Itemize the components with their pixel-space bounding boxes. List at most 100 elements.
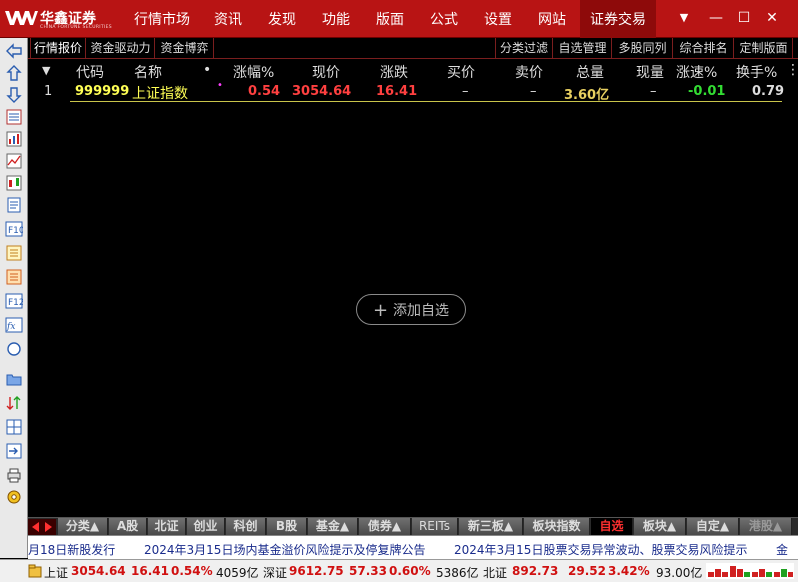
- circle-icon[interactable]: [5, 340, 23, 358]
- cat-tab-sectors[interactable]: 板块▲: [634, 518, 686, 535]
- news-item[interactable]: 月18日新股发行: [28, 541, 115, 558]
- cat-tab-b-shares[interactable]: B股: [267, 518, 307, 535]
- cat-tab-a-shares[interactable]: A股: [109, 518, 147, 535]
- sort-arrow-icon[interactable]: ▼: [42, 64, 50, 77]
- row-ask: –: [530, 84, 537, 99]
- col-cur-volume[interactable]: 现量: [636, 62, 664, 82]
- line-chart-icon[interactable]: [5, 152, 23, 170]
- row-change-pct: 0.54: [248, 84, 281, 99]
- down-arrow-icon[interactable]: [5, 86, 23, 104]
- tab-capital-game[interactable]: 资金博弈: [156, 38, 214, 58]
- tab-watchlist-manage[interactable]: 自选管理: [554, 38, 612, 58]
- login-icon[interactable]: [5, 442, 23, 460]
- menu-website[interactable]: 网站: [528, 0, 576, 38]
- candlestick-icon[interactable]: [5, 174, 23, 192]
- col-price[interactable]: 现价: [312, 62, 340, 82]
- add-watchlist-button[interactable]: + 添加自选: [356, 294, 466, 325]
- sh-index-amount: 4059亿: [216, 566, 259, 580]
- huaxin-logo-icon: [5, 11, 38, 25]
- sh-index-change: 16.41: [131, 564, 169, 578]
- menu-market[interactable]: 行情市场: [124, 0, 200, 38]
- tab-multi-stock[interactable]: 多股同列: [613, 38, 673, 58]
- close-button[interactable]: ✕: [762, 8, 782, 28]
- sh-index-label[interactable]: 上证: [44, 564, 68, 581]
- cat-tab-funds[interactable]: 基金▲: [308, 518, 358, 535]
- status-bar: 上证 3054.64 16.41 0.54% 4059亿 深证 9612.75 …: [0, 559, 798, 582]
- cat-tab-bonds[interactable]: 债券▲: [359, 518, 411, 535]
- col-code[interactable]: 代码: [76, 62, 104, 82]
- f12-icon[interactable]: F12: [5, 292, 23, 310]
- maximize-button[interactable]: ☐: [734, 8, 754, 28]
- cat-tab-custom[interactable]: 自定▲: [687, 518, 739, 535]
- menu-settings[interactable]: 设置: [474, 0, 522, 38]
- sh-index-price: 3054.64: [71, 564, 126, 578]
- quote-list-icon[interactable]: [5, 108, 23, 126]
- title-bar: 华鑫证券 CHINA FORTUNE SECURITIES 行情市场 资讯 发现…: [0, 0, 798, 38]
- sz-index-amount: 5386亿: [436, 566, 479, 580]
- news-item[interactable]: 2024年3月15日场内基金溢价风险提示及停复牌公告: [144, 541, 425, 558]
- menu-formula[interactable]: 公式: [420, 0, 468, 38]
- cat-tab-watchlist[interactable]: 自选: [591, 518, 633, 535]
- bz-index-change: 29.52: [568, 564, 606, 578]
- menu-discover[interactable]: 发现: [258, 0, 306, 38]
- minimize-button[interactable]: —: [706, 8, 726, 28]
- col-speed[interactable]: 涨速%: [676, 62, 717, 82]
- sz-index-label[interactable]: 深证: [263, 564, 287, 581]
- cat-tab-hk[interactable]: 港股▲: [740, 518, 792, 535]
- news-item[interactable]: 金: [776, 541, 788, 558]
- bz-index-label[interactable]: 北证: [483, 564, 507, 581]
- back-arrow-icon[interactable]: [5, 42, 23, 60]
- tab-capital-drive[interactable]: 资金驱动力: [87, 38, 155, 58]
- col-ask[interactable]: 卖价: [515, 62, 543, 82]
- up-arrow-icon[interactable]: [5, 64, 23, 82]
- sort-icon[interactable]: [5, 394, 23, 412]
- scroll-arrows-icon[interactable]: [28, 519, 56, 535]
- cat-tab-chinext[interactable]: 创业: [187, 518, 225, 535]
- folder-icon[interactable]: [5, 370, 23, 388]
- menu-layout[interactable]: 版面: [366, 0, 414, 38]
- tab-quotes[interactable]: 行情报价: [30, 38, 86, 58]
- col-turnover[interactable]: 换手%: [736, 62, 777, 82]
- cat-tab-bse[interactable]: 北证: [148, 518, 186, 535]
- tab-custom-layout[interactable]: 定制版面: [735, 38, 793, 58]
- col-change-pct[interactable]: 涨幅%: [233, 62, 274, 82]
- f10-icon[interactable]: F10: [5, 220, 23, 238]
- row-cur-volume: –: [650, 84, 657, 99]
- col-name[interactable]: 名称: [134, 62, 162, 82]
- row-change: 16.41: [376, 84, 418, 99]
- table-row[interactable]: 1 999999 上证指数 • 0.54 3054.64 16.41 – – 3…: [28, 80, 798, 103]
- news-item[interactable]: 2024年3月15日股票交易异常波动、股票交易风险提示: [454, 541, 747, 558]
- tab-filter[interactable]: 分类过滤: [495, 38, 553, 58]
- index-folder-icon[interactable]: [28, 564, 42, 578]
- grid-icon[interactable]: [5, 418, 23, 436]
- row-index: 1: [44, 84, 53, 99]
- cat-tab-neeq[interactable]: 新三板▲: [459, 518, 523, 535]
- cat-tab-star[interactable]: 科创: [226, 518, 266, 535]
- cat-tab-reits[interactable]: REITs: [412, 518, 458, 535]
- svg-text:fx: fx: [6, 322, 15, 332]
- app-logo: 华鑫证券 CHINA FORTUNE SECURITIES: [4, 6, 112, 32]
- row-code: 999999: [75, 84, 130, 99]
- settings-gear-icon[interactable]: [5, 488, 23, 506]
- menu-news[interactable]: 资讯: [204, 0, 252, 38]
- cat-tab-sector-index[interactable]: 板块指数: [524, 518, 590, 535]
- tab-ranking[interactable]: 综合排名: [674, 38, 734, 58]
- col-change[interactable]: 涨跌: [380, 62, 408, 82]
- col-volume[interactable]: 总量: [576, 62, 604, 82]
- col-bid[interactable]: 买价: [447, 62, 475, 82]
- table-header: ▼ 代码 名称 • 涨幅% 现价 涨跌 买价 卖价 总量 现量 涨速% 换手% …: [28, 60, 798, 82]
- bar-chart-icon[interactable]: [5, 130, 23, 148]
- cat-tab-classify[interactable]: 分类▲: [58, 518, 108, 535]
- menu-trading[interactable]: 证券交易: [580, 0, 656, 38]
- menu-functions[interactable]: 功能: [312, 0, 360, 38]
- row-bid: –: [462, 84, 469, 99]
- news-icon[interactable]: [5, 268, 23, 286]
- more-columns-icon[interactable]: ⋮: [786, 62, 798, 78]
- formula-icon[interactable]: fx: [5, 316, 23, 334]
- info-icon[interactable]: [5, 244, 23, 262]
- report-icon[interactable]: [5, 196, 23, 214]
- printer-icon[interactable]: [5, 466, 23, 484]
- row-name: 上证指数: [132, 86, 188, 102]
- brand-english: CHINA FORTUNE SECURITIES: [40, 25, 112, 30]
- dropdown-icon[interactable]: ▼: [674, 8, 694, 28]
